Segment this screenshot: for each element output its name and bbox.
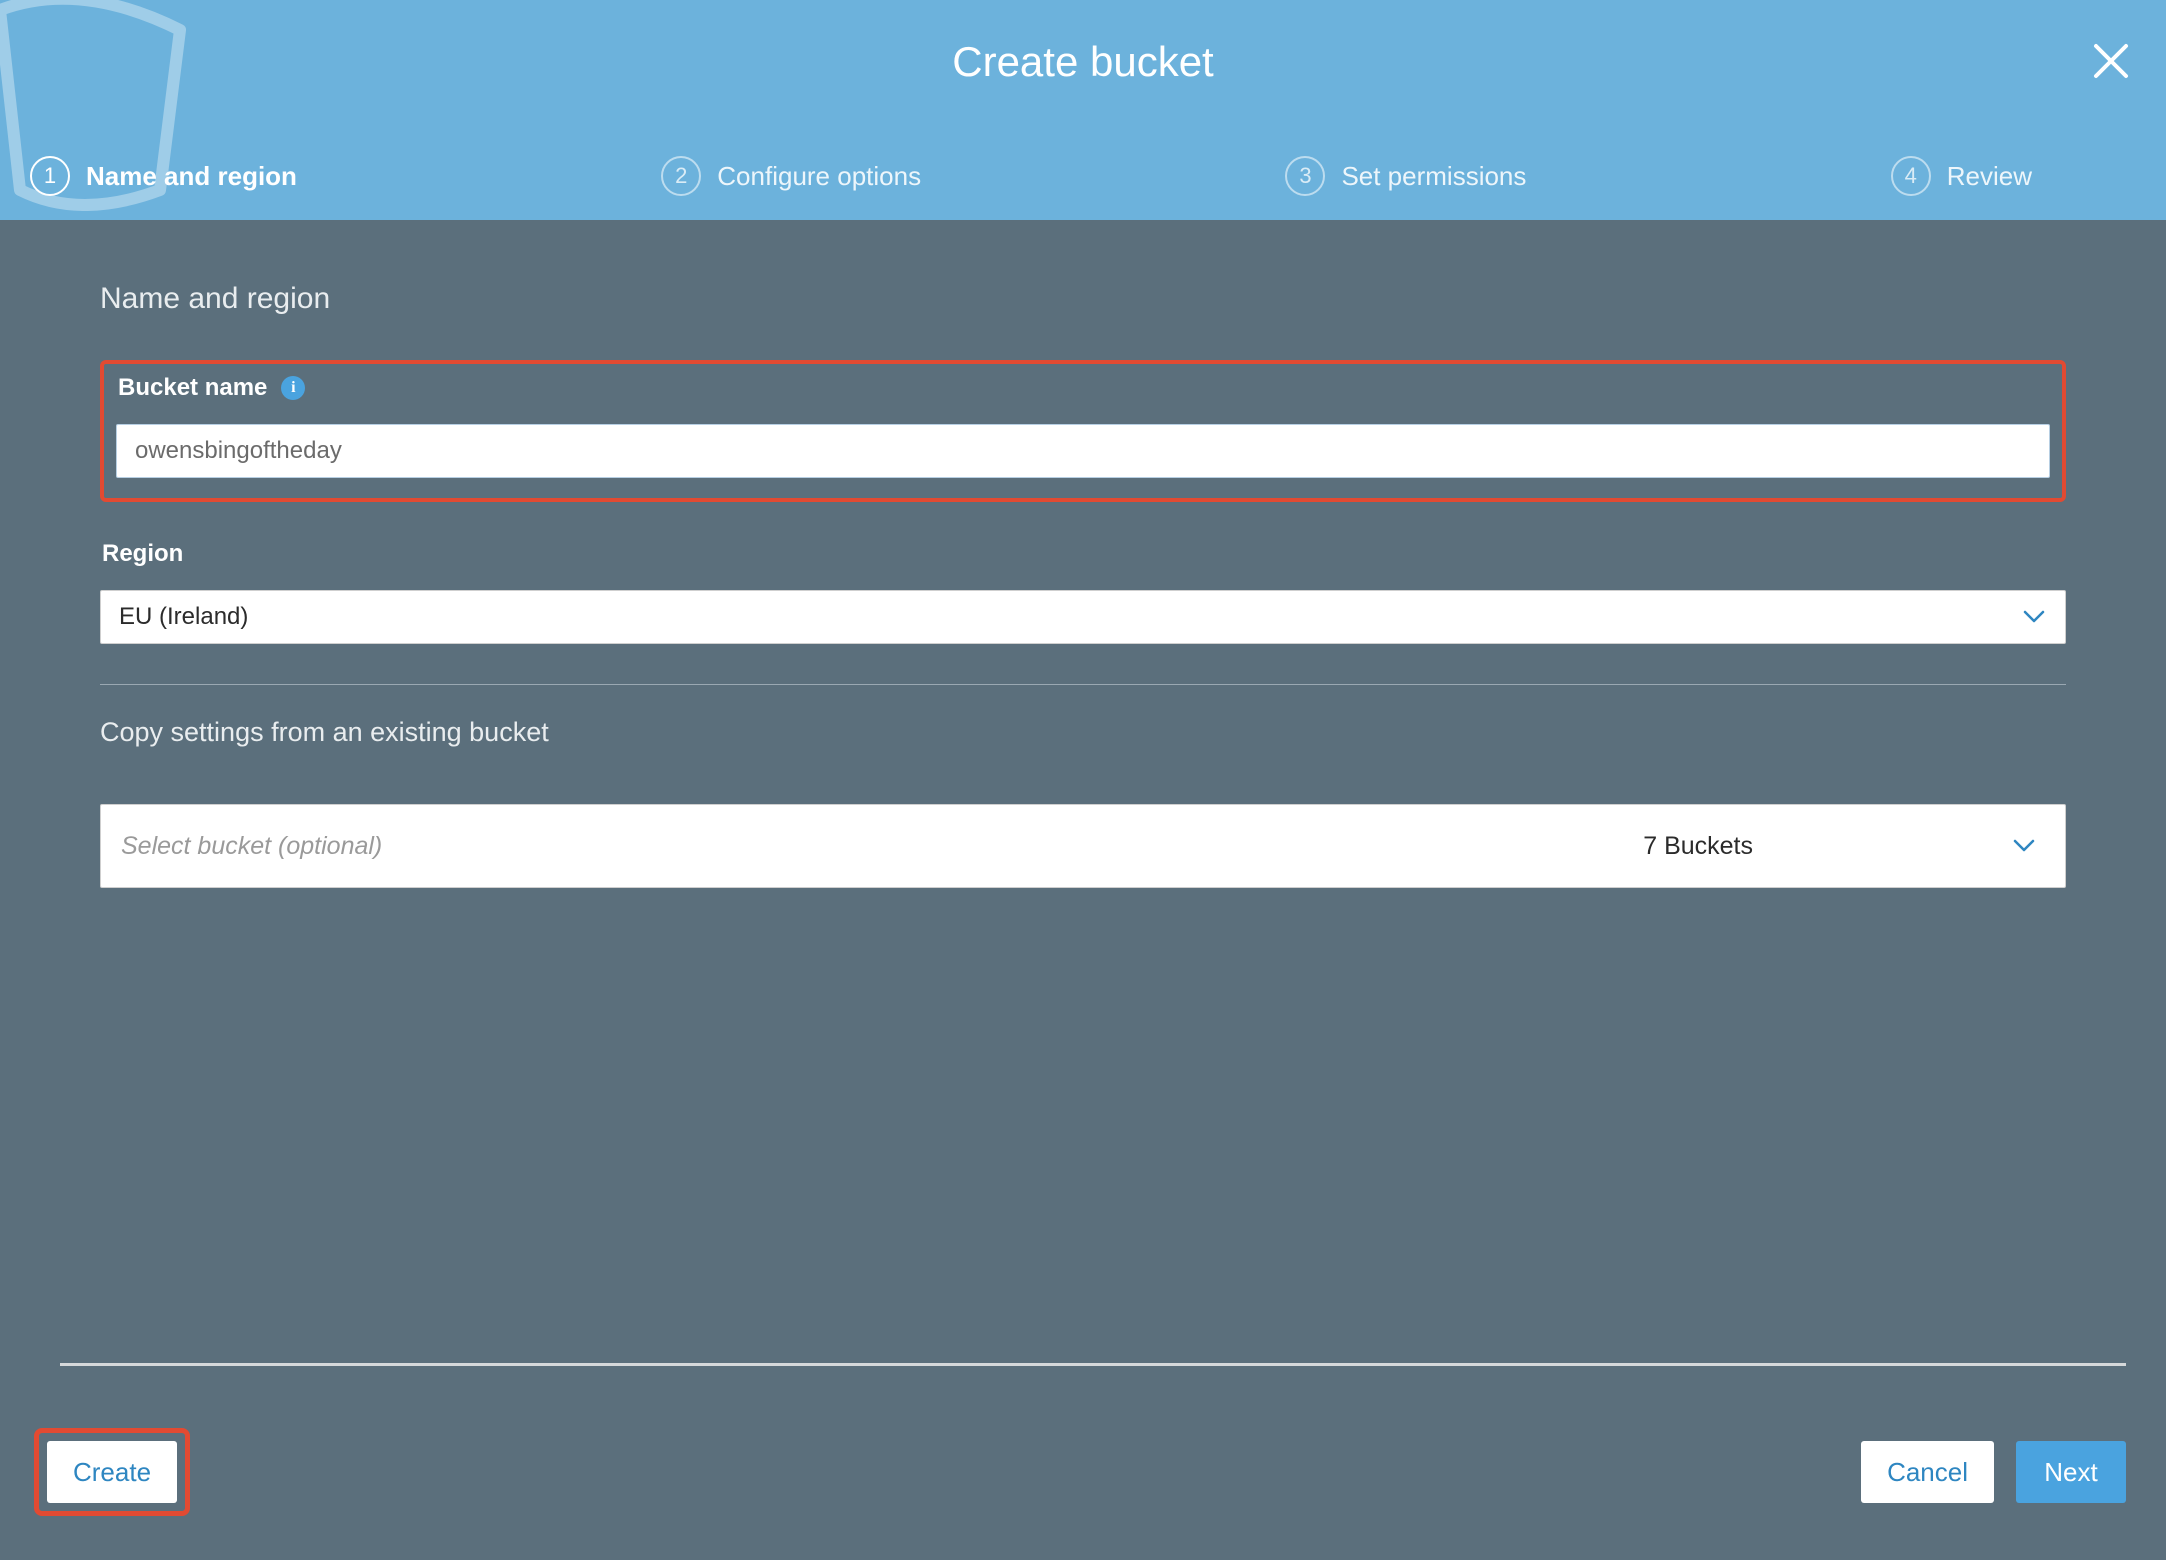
copy-settings-right: 7 Buckets [1643, 832, 2035, 861]
copy-settings-title: Copy settings from an existing bucket [100, 717, 2066, 748]
close-button[interactable] [2092, 42, 2130, 80]
close-icon [2092, 42, 2130, 80]
copy-settings-select[interactable]: Select bucket (optional) 7 Buckets [100, 804, 2066, 888]
create-button-highlight: Create [34, 1428, 190, 1516]
footer-divider [60, 1363, 2126, 1366]
step-number: 2 [661, 156, 701, 196]
step-set-permissions[interactable]: 3 Set permissions [1285, 156, 1526, 196]
region-select[interactable]: EU (Ireland) [100, 590, 2066, 644]
chevron-down-icon [2023, 610, 2045, 624]
info-icon[interactable]: i [281, 376, 305, 400]
section-title: Name and region [100, 282, 2066, 316]
copy-settings-placeholder: Select bucket (optional) [121, 832, 382, 861]
step-label: Review [1947, 161, 2032, 192]
step-label: Configure options [717, 161, 921, 192]
bucket-name-highlight: Bucket name i [100, 360, 2066, 502]
region-value: EU (Ireland) [119, 603, 248, 631]
buckets-count: 7 Buckets [1643, 832, 1753, 861]
bucket-name-input[interactable] [116, 424, 2050, 478]
dialog-title: Create bucket [0, 0, 2166, 86]
step-review[interactable]: 4 Review [1891, 156, 2032, 196]
step-number: 3 [1285, 156, 1325, 196]
divider [100, 684, 2066, 685]
create-button[interactable]: Create [47, 1441, 177, 1503]
cancel-button[interactable]: Cancel [1861, 1441, 1994, 1503]
step-number: 1 [30, 156, 70, 196]
wizard-header: Create bucket 1 Name and region 2 Config… [0, 0, 2166, 220]
bucket-name-label-row: Bucket name i [118, 374, 2050, 402]
step-number: 4 [1891, 156, 1931, 196]
step-configure-options[interactable]: 2 Configure options [661, 156, 921, 196]
step-name-and-region[interactable]: 1 Name and region [30, 156, 297, 196]
form-content: Name and region Bucket name i Region EU … [0, 220, 2166, 888]
right-actions: Cancel Next [1861, 1441, 2126, 1503]
bucket-name-label: Bucket name [118, 374, 267, 402]
wizard-steps: 1 Name and region 2 Configure options 3 … [0, 156, 2166, 196]
region-label: Region [102, 540, 2066, 568]
footer-actions: Create Cancel Next [0, 1428, 2166, 1516]
next-button[interactable]: Next [2016, 1441, 2126, 1503]
chevron-down-icon [2013, 839, 2035, 853]
step-label: Set permissions [1341, 161, 1526, 192]
step-label: Name and region [86, 161, 297, 192]
